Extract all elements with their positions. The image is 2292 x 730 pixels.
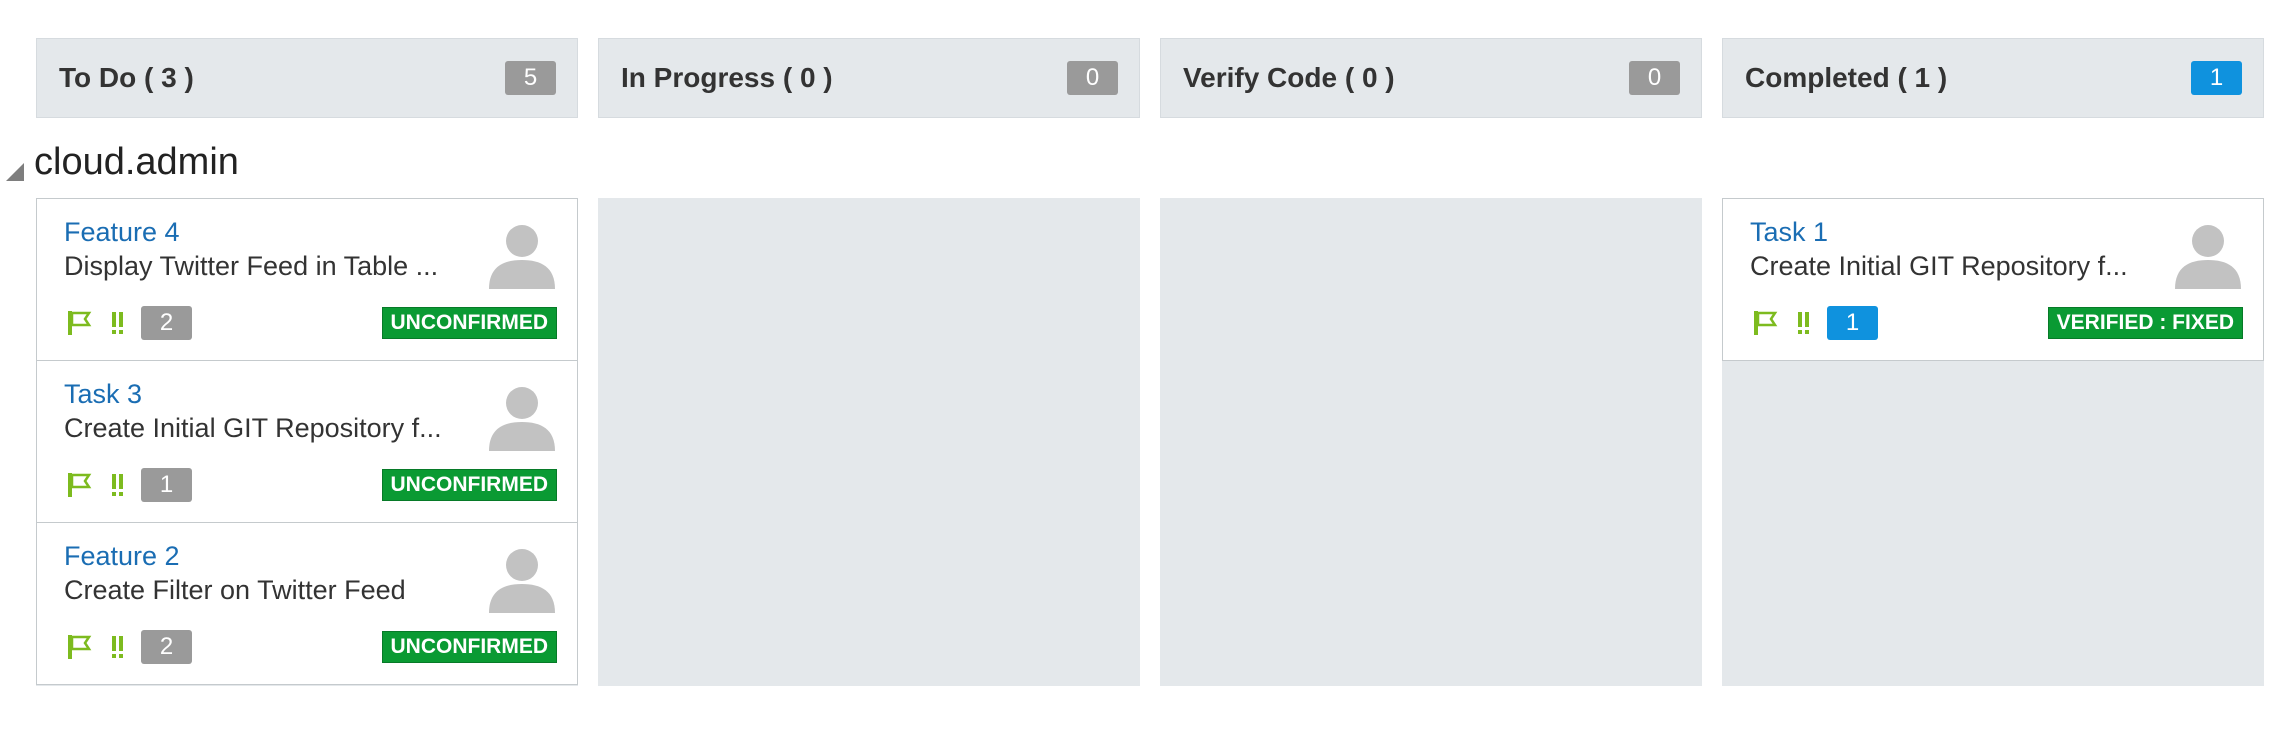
story-points-badge: 2 — [141, 306, 192, 340]
card-title-link[interactable]: Task 1 — [1750, 217, 1828, 248]
column-header-in-progress[interactable]: In Progress ( 0 ) 0 — [598, 38, 1140, 118]
story-points-badge: 2 — [141, 630, 192, 664]
task-card[interactable]: Feature 4 Display Twitter Feed in Table … — [36, 198, 578, 361]
card-title-link[interactable]: Feature 4 — [64, 217, 180, 248]
card-description: Create Initial GIT Repository f... — [64, 413, 442, 443]
avatar-icon[interactable] — [487, 543, 557, 613]
card-footer: 1 UNCONFIRMED — [65, 467, 557, 503]
status-badge: UNCONFIRMED — [381, 469, 557, 501]
card-description: Display Twitter Feed in Table ... — [64, 251, 439, 281]
card-footer: 2 UNCONFIRMED — [65, 305, 557, 341]
lane-in-progress[interactable] — [598, 198, 1140, 686]
lane-completed: Task 1 Create Initial GIT Repository f..… — [1722, 198, 2264, 686]
flag-icon[interactable] — [65, 633, 93, 661]
task-card[interactable]: Task 1 Create Initial GIT Repository f..… — [1722, 198, 2264, 361]
priority-high-icon — [112, 474, 123, 496]
task-card[interactable]: Feature 2 Create Filter on Twitter Feed … — [36, 522, 578, 685]
lane-todo: Feature 4 Display Twitter Feed in Table … — [36, 198, 578, 686]
triangle-down-icon[interactable] — [6, 163, 24, 181]
avatar-icon[interactable] — [487, 381, 557, 451]
avatar-icon[interactable] — [487, 219, 557, 289]
card-description: Create Filter on Twitter Feed — [64, 575, 406, 605]
status-badge: VERIFIED : FIXED — [2047, 307, 2243, 339]
column-title: To Do ( 3 ) — [59, 62, 194, 93]
column-title: In Progress ( 0 ) — [621, 62, 833, 93]
status-badge: UNCONFIRMED — [381, 307, 557, 339]
column-header-verify-code[interactable]: Verify Code ( 0 ) 0 — [1160, 38, 1702, 118]
swimlane-title: cloud.admin — [34, 140, 239, 183]
avatar-icon[interactable] — [2173, 219, 2243, 289]
column-count-badge: 0 — [1067, 61, 1118, 95]
lane-verify-code[interactable] — [1160, 198, 1702, 686]
flag-icon[interactable] — [65, 309, 93, 337]
column-title: Verify Code ( 0 ) — [1183, 62, 1395, 93]
story-points-badge: 1 — [1827, 306, 1878, 340]
card-title-link[interactable]: Feature 2 — [64, 541, 180, 572]
column-title: Completed ( 1 ) — [1745, 62, 1948, 93]
priority-high-icon — [112, 312, 123, 334]
column-header-completed[interactable]: Completed ( 1 ) 1 — [1722, 38, 2264, 118]
card-title-link[interactable]: Task 3 — [64, 379, 142, 410]
card-description: Create Initial GIT Repository f... — [1750, 251, 2128, 281]
flag-icon[interactable] — [1751, 309, 1779, 337]
swimlane-header[interactable]: cloud.admin — [0, 134, 239, 190]
status-badge: UNCONFIRMED — [381, 631, 557, 663]
card-footer: 1 VERIFIED : FIXED — [1751, 305, 2243, 341]
story-points-badge: 1 — [141, 468, 192, 502]
priority-high-icon — [1798, 312, 1809, 334]
priority-high-icon — [112, 636, 123, 658]
kanban-board: To Do ( 3 ) 5 In Progress ( 0 ) 0 Verify… — [0, 0, 2292, 730]
column-header-todo[interactable]: To Do ( 3 ) 5 — [36, 38, 578, 118]
column-count-badge: 5 — [505, 61, 556, 95]
card-footer: 2 UNCONFIRMED — [65, 629, 557, 665]
column-count-badge: 0 — [1629, 61, 1680, 95]
flag-icon[interactable] — [65, 471, 93, 499]
task-card[interactable]: Task 3 Create Initial GIT Repository f..… — [36, 360, 578, 523]
column-count-badge: 1 — [2191, 61, 2242, 95]
